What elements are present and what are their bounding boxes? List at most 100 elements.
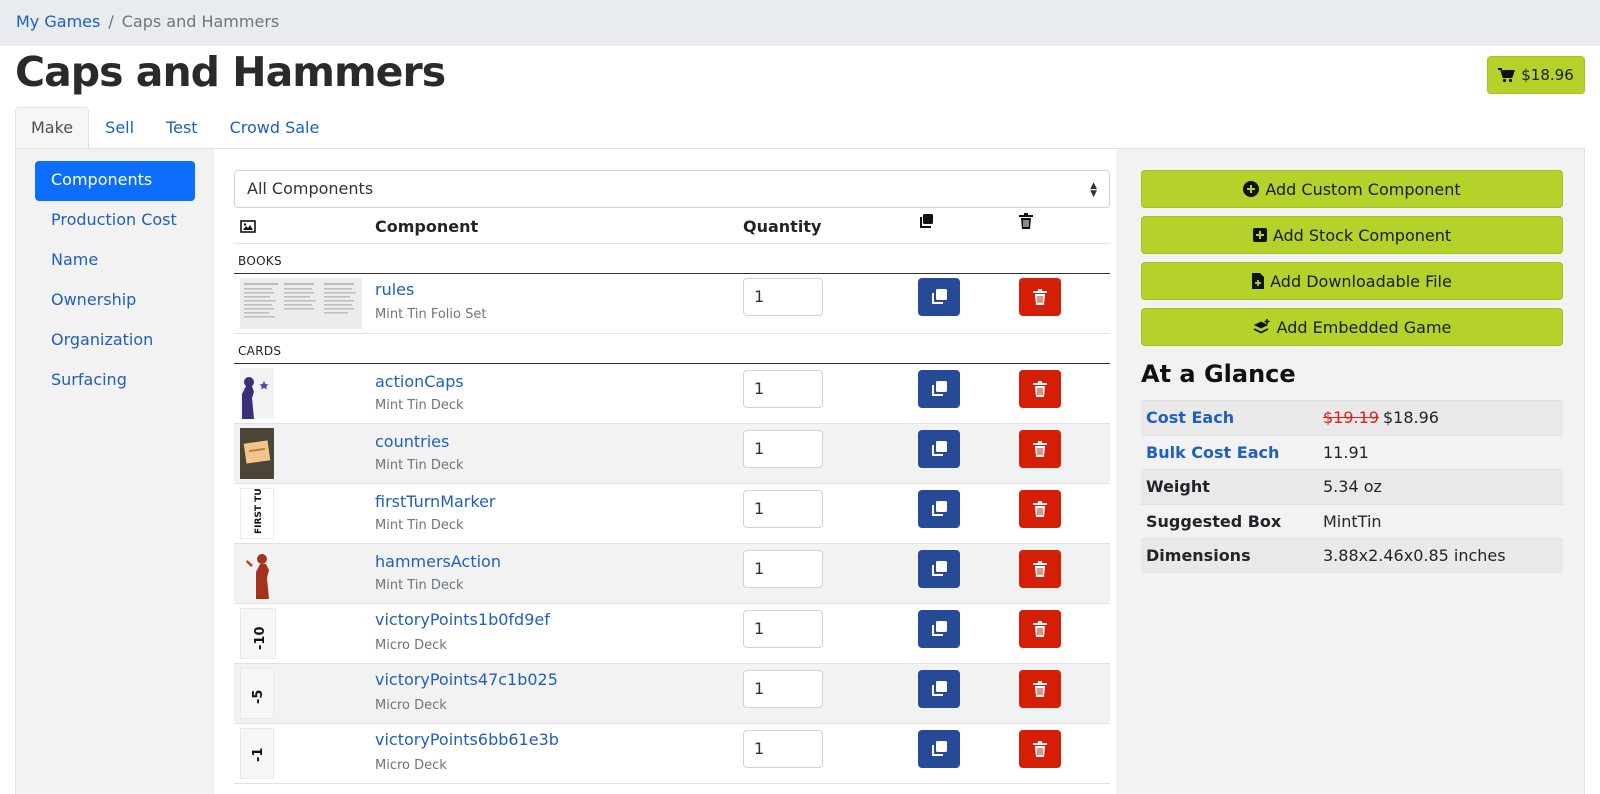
- component-thumbnail: -1: [239, 727, 275, 783]
- duplicate-button[interactable]: [918, 430, 960, 468]
- trash-icon: [1033, 561, 1047, 577]
- plus-circle-icon: [1243, 181, 1260, 197]
- component-thumbnail: -10: [239, 607, 277, 663]
- table-row: -1 victoryPoints6bb61e3b Micro Deck 1: [234, 724, 1110, 784]
- breadcrumb-my-games[interactable]: My Games: [16, 12, 100, 31]
- tab-test[interactable]: Test: [150, 107, 214, 149]
- table-row: rules Mint Tin Folio Set 1: [234, 274, 1110, 334]
- delete-button[interactable]: [1019, 550, 1061, 588]
- copy-icon: [932, 561, 947, 576]
- quantity-input[interactable]: 1: [743, 730, 823, 768]
- delete-button[interactable]: [1019, 730, 1061, 768]
- component-name-link[interactable]: victoryPoints47c1b025: [375, 670, 558, 689]
- trash-icon: [1033, 289, 1047, 305]
- duplicate-button[interactable]: [918, 670, 960, 708]
- duplicate-button[interactable]: [918, 550, 960, 588]
- quantity-input[interactable]: 1: [743, 490, 823, 528]
- layers-plus-icon: [1253, 319, 1270, 334]
- table-row: actionCaps Mint Tin Deck 1: [234, 364, 1110, 424]
- trash-icon: [1033, 681, 1047, 697]
- page-title: Caps and Hammers: [15, 48, 446, 96]
- duplicate-button[interactable]: [918, 730, 960, 768]
- quantity-input[interactable]: 1: [743, 670, 823, 708]
- copy-icon: [932, 289, 947, 304]
- glance-row-cost-each: Cost Each $19.19 $18.96: [1141, 400, 1563, 435]
- nav-surfacing[interactable]: Surfacing: [35, 361, 195, 401]
- component-type: Micro Deck: [375, 638, 447, 653]
- at-a-glance-table: Cost Each $19.19 $18.96 Bulk Cost Each 11…: [1141, 400, 1563, 573]
- plus-square-icon: [1252, 228, 1267, 242]
- component-type: Mint Tin Deck: [375, 578, 464, 593]
- duplicate-button[interactable]: [918, 278, 960, 316]
- select-value: All Components: [247, 179, 374, 198]
- suggested-box-label: Suggested Box: [1146, 511, 1282, 531]
- component-name-link[interactable]: actionCaps: [375, 372, 464, 391]
- tab-bar: Make Sell Test Crowd Sale: [15, 107, 335, 149]
- component-name-link[interactable]: victoryPoints1b0fd9ef: [375, 610, 550, 629]
- dimensions-label: Dimensions: [1146, 546, 1251, 565]
- quantity-input[interactable]: 1: [743, 610, 823, 648]
- component-name-link[interactable]: firstTurnMarker: [375, 492, 496, 511]
- duplicate-button[interactable]: [918, 370, 960, 408]
- trash-icon: [1019, 213, 1033, 233]
- quantity-input[interactable]: 1: [743, 430, 823, 468]
- glance-row-weight: Weight 5.34 oz: [1141, 469, 1563, 504]
- cart-button[interactable]: $18.96: [1487, 56, 1585, 94]
- nav-organization[interactable]: Organization: [35, 321, 195, 361]
- copy-icon: [932, 501, 947, 516]
- table-row: FIRST TURN firstTurnMarker Mint Tin Deck…: [234, 474, 1110, 544]
- table-header: Component Quantity: [234, 208, 1110, 244]
- bulk-cost-each-value: 11.91: [1323, 442, 1369, 462]
- nav-components[interactable]: Components: [35, 161, 195, 201]
- delete-button[interactable]: [1019, 670, 1061, 708]
- add-custom-component-label: Add Custom Component: [1265, 179, 1461, 199]
- table-row: hammersAction Mint Tin Deck 1: [234, 544, 1110, 604]
- add-stock-component-label: Add Stock Component: [1272, 225, 1452, 245]
- quantity-input[interactable]: 1: [743, 278, 823, 316]
- component-name-link[interactable]: hammersAction: [375, 552, 501, 571]
- quantity-input[interactable]: 1: [743, 550, 823, 588]
- table-row: -5 victoryPoints47c1b025 Micro Deck 1: [234, 664, 1110, 724]
- duplicate-button[interactable]: [918, 490, 960, 528]
- add-downloadable-file-button[interactable]: Add Downloadable File: [1141, 262, 1563, 300]
- copy-icon: [918, 213, 934, 233]
- nav-name[interactable]: Name: [35, 241, 195, 281]
- tab-make[interactable]: Make: [15, 107, 90, 149]
- tab-crowd-sale[interactable]: Crowd Sale: [214, 107, 336, 149]
- delete-button[interactable]: [1019, 370, 1061, 408]
- component-filter-select[interactable]: All Components ▲ ▼: [234, 170, 1110, 208]
- delete-button[interactable]: [1019, 610, 1061, 648]
- component-type: Mint Tin Deck: [375, 518, 464, 533]
- cart-total: $18.96: [1521, 66, 1574, 84]
- delete-button[interactable]: [1019, 430, 1061, 468]
- cost-each-link[interactable]: Cost Each: [1146, 408, 1234, 427]
- bulk-cost-each-link[interactable]: Bulk Cost Each: [1146, 443, 1279, 462]
- breadcrumb: My Games / Caps and Hammers: [0, 0, 1600, 46]
- glance-row-dimensions: Dimensions 3.88x2.46x0.85 inches: [1141, 538, 1563, 573]
- nav-ownership[interactable]: Ownership: [35, 281, 195, 321]
- cost-each-old: $19.19: [1323, 408, 1379, 427]
- component-type: Mint Tin Folio Set: [375, 307, 487, 322]
- add-embedded-game-label: Add Embedded Game: [1276, 317, 1452, 337]
- breadcrumb-separator: /: [108, 12, 114, 31]
- copy-icon: [932, 741, 947, 756]
- add-custom-component-button[interactable]: Add Custom Component: [1141, 170, 1563, 208]
- add-stock-component-button[interactable]: Add Stock Component: [1141, 216, 1563, 254]
- delete-button[interactable]: [1019, 278, 1061, 316]
- trash-icon: [1033, 381, 1047, 397]
- breadcrumb-current: Caps and Hammers: [121, 12, 280, 31]
- glance-row-suggested-box: Suggested Box MintTin: [1141, 503, 1563, 539]
- trash-icon: [1033, 501, 1047, 517]
- file-plus-icon: [1252, 273, 1265, 289]
- nav-production-cost[interactable]: Production Cost: [35, 201, 195, 241]
- component-name-link[interactable]: countries: [375, 432, 449, 451]
- quantity-input[interactable]: 1: [743, 370, 823, 408]
- component-name-link[interactable]: rules: [375, 280, 414, 299]
- add-embedded-game-button[interactable]: Add Embedded Game: [1141, 308, 1563, 346]
- component-name-link[interactable]: victoryPoints6bb61e3b: [375, 730, 559, 749]
- duplicate-button[interactable]: [918, 610, 960, 648]
- at-a-glance-heading: At a Glance: [1141, 360, 1296, 388]
- tab-sell[interactable]: Sell: [89, 107, 150, 149]
- weight-value: 5.34 oz: [1323, 477, 1382, 496]
- delete-button[interactable]: [1019, 490, 1061, 528]
